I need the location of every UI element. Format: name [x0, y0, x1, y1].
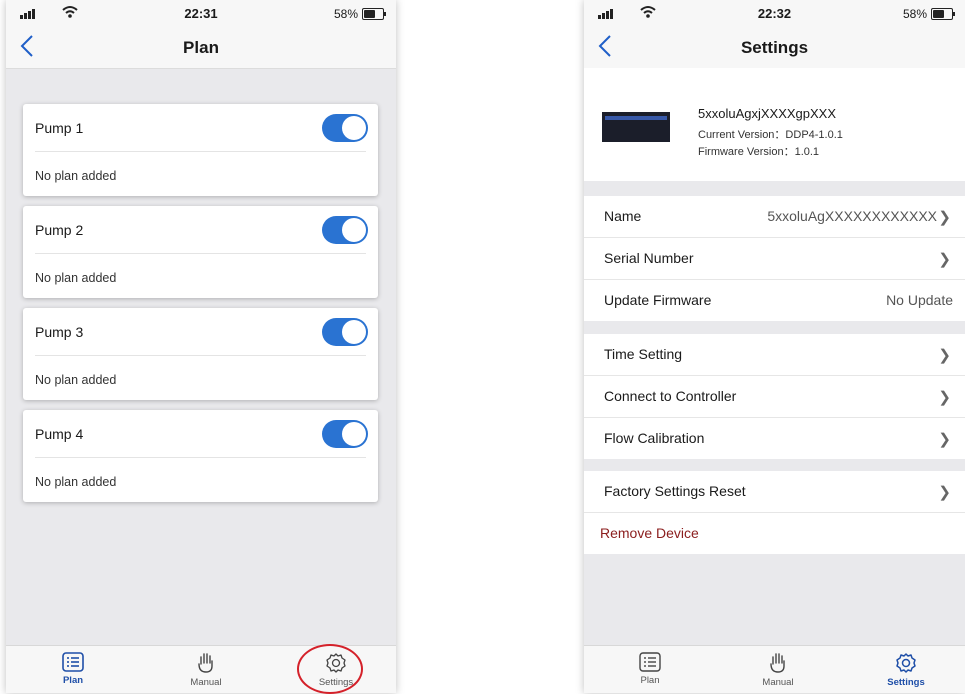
reset-section: Factory Settings Reset ❯ Remove Device: [584, 471, 965, 554]
flow-calibration-row[interactable]: Flow Calibration ❯: [584, 418, 965, 459]
pump-toggle[interactable]: [322, 420, 368, 448]
battery-icon: [931, 8, 955, 20]
pump-card: Pump 4 No plan added: [23, 410, 378, 502]
gear-icon: [896, 653, 916, 673]
battery-percent: 58%: [902, 7, 927, 21]
status-bar: 22:32 58%: [584, 0, 965, 28]
pump-name: Pump 4: [35, 426, 84, 442]
row-label: Flow Calibration: [604, 430, 705, 446]
chevron-right-icon: ❯: [938, 431, 951, 448]
row-label: Factory Settings Reset: [604, 483, 746, 499]
tab-label: Settings: [887, 677, 925, 688]
time-setting-row[interactable]: Time Setting ❯: [584, 334, 965, 376]
nav-bar: Plan: [6, 28, 396, 69]
pump-toggle[interactable]: [322, 114, 368, 142]
device-image: [602, 112, 670, 142]
device-name: 5xxoluAgxjXXXXgpXXX: [698, 106, 837, 121]
name-value: 5xxoluAgXXXXXXXXXXXX: [767, 208, 937, 224]
nav-bar: Settings: [584, 28, 965, 69]
toggle-knob: [342, 422, 366, 446]
page-title: Plan: [183, 38, 219, 57]
hand-icon: [770, 653, 785, 673]
plan-status: No plan added: [35, 271, 117, 285]
tab-label: Manual: [762, 677, 794, 688]
battery-percent: 58%: [333, 7, 358, 21]
annotation-circle: [297, 644, 363, 694]
chevron-right-icon: ❯: [938, 251, 951, 268]
battery-icon: [362, 8, 386, 20]
plan-screen: 22:31 58% Plan Pump 1 No plan added Pump…: [6, 0, 396, 693]
remove-device-button[interactable]: Remove Device: [584, 513, 965, 554]
tab-label: Manual: [190, 677, 222, 688]
pump-name: Pump 2: [35, 222, 84, 238]
status-bar: 22:31 58%: [6, 0, 396, 28]
plan-status: No plan added: [35, 373, 117, 387]
pump-toggle[interactable]: [322, 318, 368, 346]
device-info: 5xxoluAgxjXXXXgpXXX Current Version：DDP4…: [584, 68, 965, 181]
toggle-knob: [342, 218, 366, 242]
pump-card: Pump 2 No plan added: [23, 206, 378, 298]
row-label: Name: [604, 208, 642, 224]
row-label: Remove Device: [600, 525, 699, 541]
pump-toggle[interactable]: [322, 216, 368, 244]
chevron-right-icon: ❯: [938, 209, 951, 226]
page-title: Settings: [740, 38, 809, 57]
pump-name: Pump 1: [35, 120, 84, 136]
tab-settings[interactable]: Settings: [866, 646, 946, 693]
chevron-right-icon: ❯: [938, 484, 951, 501]
divider: [35, 151, 366, 152]
firmware-version: Firmware Version：1.0.1: [698, 146, 820, 158]
row-label: Time Setting: [604, 346, 683, 362]
row-label: Serial Number: [604, 250, 694, 266]
pump-card: Pump 1 No plan added: [23, 104, 378, 196]
pump-card: Pump 3 No plan added: [23, 308, 378, 400]
chevron-right-icon: ❯: [938, 347, 951, 364]
chevron-right-icon: ❯: [938, 389, 951, 406]
pump-name: Pump 3: [35, 324, 84, 340]
toggle-knob: [342, 116, 366, 140]
tab-plan[interactable]: Plan: [610, 646, 690, 693]
update-status: No Update: [886, 292, 953, 308]
divider: [35, 457, 366, 458]
plan-status: No plan added: [35, 169, 117, 183]
list-icon: [62, 652, 84, 672]
update-firmware-row[interactable]: Update Firmware No Update: [584, 280, 965, 321]
plan-status: No plan added: [35, 475, 117, 489]
settings-screen: 22:32 58% Settings 5xxoluAgxjXXXXgpXXX C…: [584, 0, 965, 693]
connect-controller-row[interactable]: Connect to Controller ❯: [584, 376, 965, 418]
tab-manual[interactable]: Manual: [166, 646, 246, 693]
device-section: Name 5xxoluAgXXXXXXXXXXXX ❯ Serial Numbe…: [584, 196, 965, 321]
hand-icon: [198, 653, 213, 673]
tab-label: Plan: [62, 675, 84, 686]
row-label: Connect to Controller: [604, 388, 737, 404]
config-section: Time Setting ❯ Connect to Controller ❯ F…: [584, 334, 965, 459]
tab-manual[interactable]: Manual: [738, 646, 818, 693]
row-label: Update Firmware: [604, 292, 712, 308]
list-icon: [639, 652, 661, 672]
name-row[interactable]: Name 5xxoluAgXXXXXXXXXXXX ❯: [584, 196, 965, 238]
serial-number-row[interactable]: Serial Number ❯: [584, 238, 965, 280]
current-version: Current Version：DDP4-1.0.1: [698, 129, 843, 141]
tab-label: Plan: [640, 675, 660, 686]
tab-plan[interactable]: Plan: [33, 646, 113, 693]
divider: [35, 355, 366, 356]
tab-bar: Plan Manual Settings: [584, 645, 965, 693]
divider: [35, 253, 366, 254]
toggle-knob: [342, 320, 366, 344]
factory-reset-row[interactable]: Factory Settings Reset ❯: [584, 471, 965, 513]
